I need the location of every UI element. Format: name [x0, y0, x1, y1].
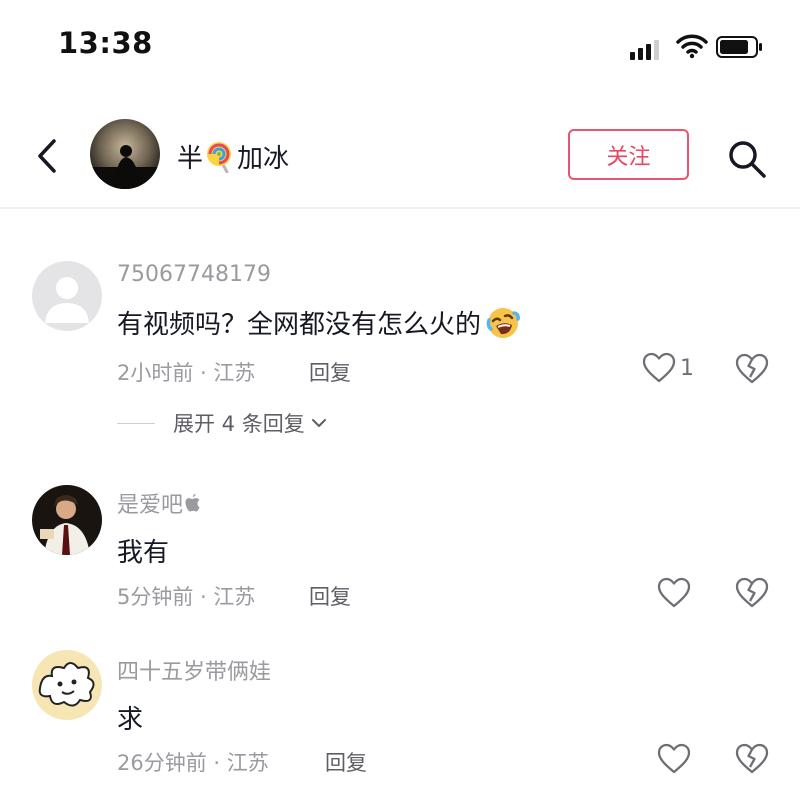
- comment-body: 有视频吗？全网都没有怎么火的: [117, 304, 521, 341]
- comment-time-location: 5分钟前 · 江苏: [117, 585, 256, 609]
- expand-replies-button[interactable]: 展开 4 条回复: [117, 408, 327, 438]
- comment-username: 是爱吧: [117, 493, 184, 518]
- comment-username-row[interactable]: 是爱吧: [117, 487, 203, 519]
- back-chevron-icon[interactable]: [30, 136, 66, 176]
- user-avatar[interactable]: [32, 485, 102, 555]
- comment-username[interactable]: 四十五岁带俩娃: [117, 654, 271, 686]
- expand-replies-label: 展开 4 条回复: [173, 412, 305, 436]
- comment-time-location: 2小时前 · 江苏: [117, 361, 256, 385]
- reply-button[interactable]: 回复: [325, 747, 367, 777]
- chevron-down-icon: [311, 419, 326, 427]
- comment-username[interactable]: 75067748179: [117, 262, 271, 287]
- battery-icon: [716, 36, 762, 58]
- header-divider: [0, 207, 800, 209]
- follow-button[interactable]: 关注: [568, 129, 689, 180]
- cellular-signal-icon: [630, 38, 664, 60]
- expand-divider-line: [117, 422, 155, 424]
- comment-time-location: 26分钟前 · 江苏: [117, 751, 269, 775]
- broken-heart-icon[interactable]: [735, 743, 769, 775]
- comment-content: 我有: [117, 538, 170, 568]
- heart-outline-icon[interactable]: [657, 743, 691, 775]
- apple-logo-icon: [185, 494, 200, 512]
- reply-button[interactable]: 回复: [309, 357, 351, 387]
- status-time: 13:38: [58, 26, 153, 60]
- default-avatar[interactable]: [32, 261, 102, 331]
- broken-heart-icon[interactable]: [735, 353, 769, 385]
- channel-avatar[interactable]: [90, 119, 160, 189]
- lollipop-emoji-icon: [207, 141, 232, 173]
- user-avatar[interactable]: [32, 650, 102, 720]
- comment-content: 有视频吗？全网都没有怎么火的: [117, 310, 482, 340]
- broken-heart-icon[interactable]: [735, 577, 769, 609]
- rolling-laughing-emoji-icon: [486, 307, 520, 338]
- channel-name[interactable]: 半 加冰: [177, 138, 289, 175]
- wifi-icon: [676, 34, 708, 59]
- channel-name-suffix: 加冰: [237, 144, 290, 174]
- reply-button[interactable]: 回复: [309, 581, 351, 611]
- search-icon[interactable]: [726, 138, 768, 180]
- heart-outline-icon[interactable]: [657, 577, 691, 609]
- comment-content: 求: [117, 705, 144, 735]
- like-button[interactable]: 1: [642, 352, 694, 384]
- like-count: 1: [680, 355, 694, 381]
- channel-name-prefix: 半: [177, 144, 204, 174]
- heart-outline-icon: [642, 352, 676, 383]
